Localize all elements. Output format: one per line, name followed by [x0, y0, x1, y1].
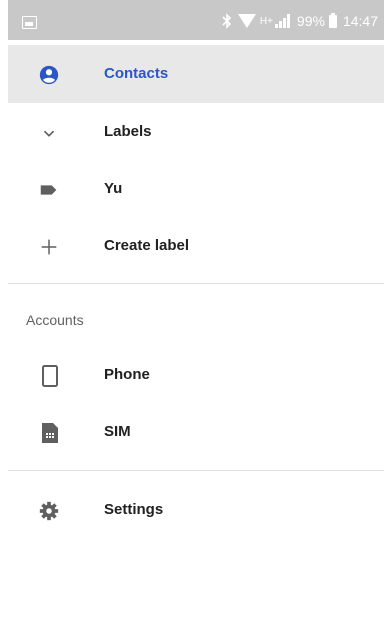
- account-circle-icon: [39, 65, 59, 85]
- navigation-drawer: Contacts Labels Yu Create label Accounts…: [8, 40, 384, 641]
- drawer-item-label: Settings: [104, 501, 164, 518]
- drawer-item-label: Phone: [104, 366, 150, 383]
- battery-percent: 99%: [296, 13, 325, 29]
- sim-card-icon: [42, 423, 58, 443]
- signal-icon: [274, 14, 291, 28]
- drawer-item-label: Yu: [104, 180, 123, 197]
- drawer-item-phone[interactable]: Phone: [8, 346, 384, 404]
- drawer-item-contacts[interactable]: Contacts: [8, 45, 384, 103]
- drawer-item-sim[interactable]: SIM: [8, 403, 384, 461]
- drawer-item-labels[interactable]: Labels: [8, 103, 384, 161]
- divider: [8, 283, 384, 284]
- bluetooth-icon: [222, 13, 231, 29]
- battery-icon: [328, 12, 337, 28]
- network-type: H+: [259, 15, 273, 27]
- plus-icon: [41, 239, 57, 255]
- chevron-down-icon: [43, 130, 55, 137]
- drawer-item-label: SIM: [104, 423, 131, 440]
- drawer-item-yu[interactable]: Yu: [8, 160, 384, 218]
- status-icons: H+ 99% 14:47: [222, 11, 378, 31]
- status-bar: H+ 99% 14:47: [8, 0, 384, 40]
- clock: 14:47: [342, 13, 378, 29]
- drawer-item-create-label[interactable]: Create label: [8, 217, 384, 275]
- drawer-item-settings[interactable]: Settings: [8, 481, 384, 539]
- drawer-item-label: Labels: [104, 123, 152, 140]
- phone-icon: [42, 365, 58, 387]
- divider: [8, 470, 384, 471]
- drawer-item-label: Create label: [104, 237, 190, 254]
- gear-icon: [39, 501, 59, 521]
- wifi-icon: [237, 14, 256, 28]
- gallery-notification-icon: [22, 16, 37, 29]
- accounts-section-header: Accounts: [26, 312, 84, 328]
- drawer-item-label: Contacts: [104, 65, 169, 82]
- label-tag-icon: [40, 185, 57, 195]
